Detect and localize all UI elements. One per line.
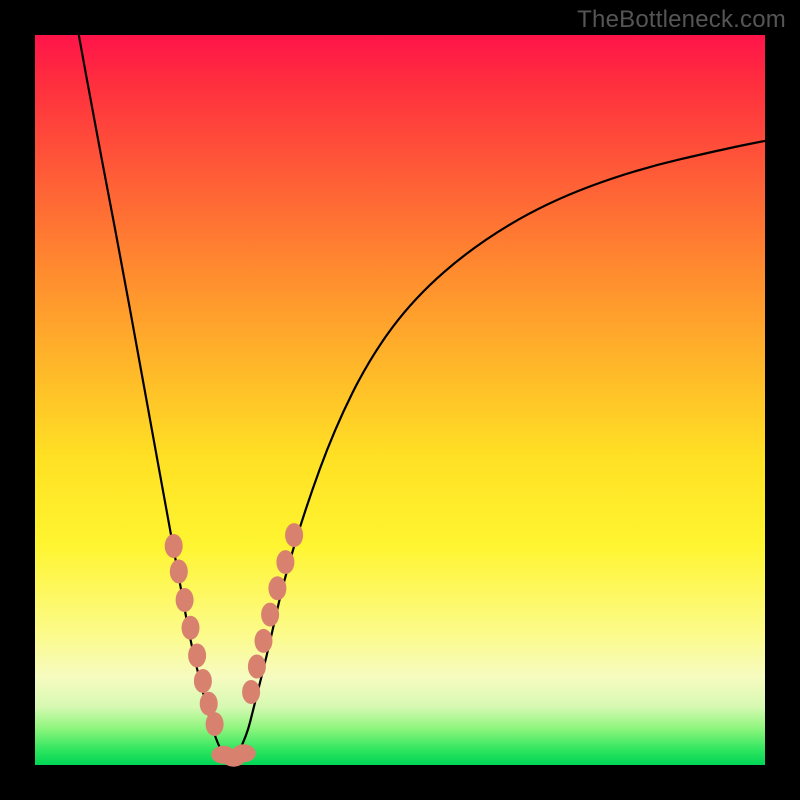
beads-bottom: [211, 744, 256, 766]
curve-left: [79, 35, 232, 765]
bead: [170, 560, 188, 584]
plot-area: [35, 35, 765, 765]
bead: [194, 669, 212, 693]
bead: [165, 534, 183, 558]
bead: [268, 576, 286, 600]
bead: [176, 588, 194, 612]
bead: [242, 680, 260, 704]
bead: [182, 616, 200, 640]
bead: [255, 629, 273, 653]
beads-left: [165, 534, 224, 736]
curve-layer: [35, 35, 765, 765]
bead: [200, 692, 218, 716]
bead: [276, 550, 294, 574]
bead: [248, 655, 266, 679]
chart-container: TheBottleneck.com: [0, 0, 800, 800]
bead: [232, 744, 256, 762]
bead: [261, 603, 279, 627]
curve-right: [232, 141, 765, 765]
bead: [206, 712, 224, 736]
bead: [285, 523, 303, 547]
bead: [188, 644, 206, 668]
watermark-text: TheBottleneck.com: [577, 6, 786, 34]
